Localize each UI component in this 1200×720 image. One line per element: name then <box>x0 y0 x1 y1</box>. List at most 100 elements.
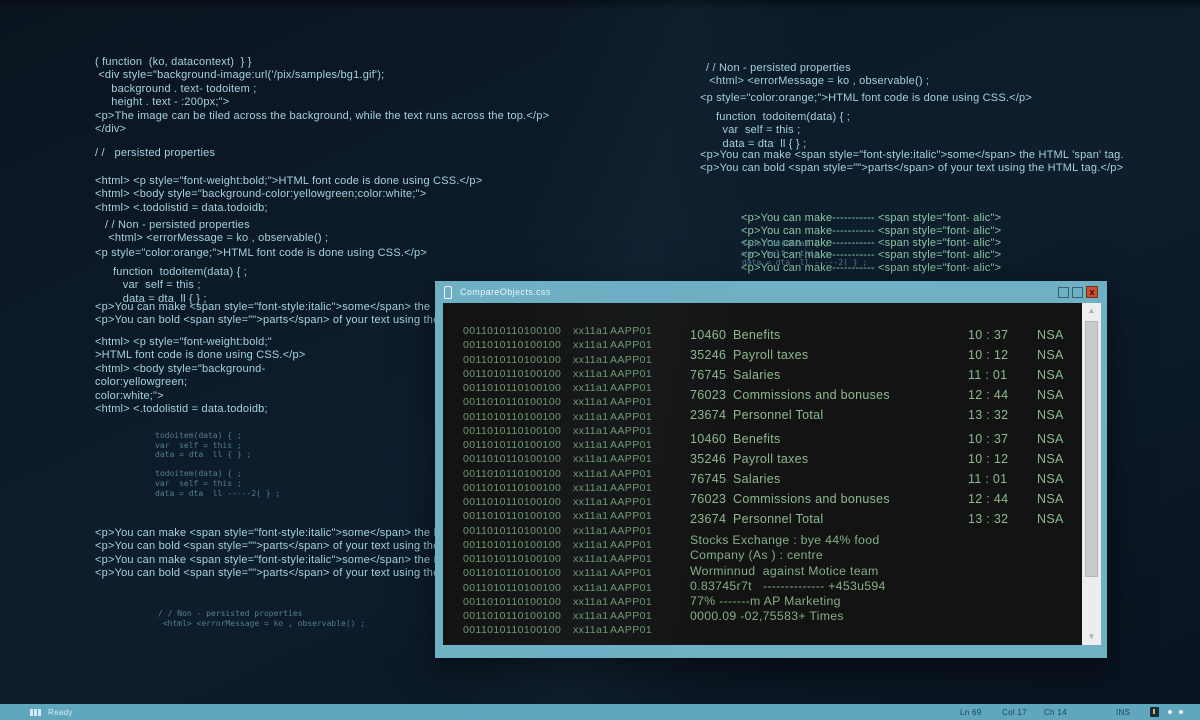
binary-row: 0011010110100100 xx11a1 AAPP01 <box>463 410 652 424</box>
binary-row: 0011010110100100 xx11a1 AAPP01 <box>463 381 652 395</box>
hex-value: xx11a1 <box>573 381 610 395</box>
binary-row: 0011010110100100 xx11a1 AAPP01 <box>463 538 652 552</box>
hex-value: xx11a1 <box>573 438 610 452</box>
status-line-number: Ln 69 <box>960 708 982 717</box>
code-block-persisted-comment: / / persisted properties <box>95 147 215 160</box>
binary-row: 0011010110100100 xx11a1 AAPP01 <box>463 595 652 609</box>
maximize-button[interactable] <box>1072 287 1083 298</box>
table-row: 76745 Salaries 11 : 01 NSA <box>690 365 1080 385</box>
hex-value: xx11a1 <box>573 452 610 466</box>
window-titlebar[interactable]: CompareObjects.css x <box>435 281 1107 303</box>
window-content: 0011010110100100 xx11a1 AAPP01 001101011… <box>443 303 1101 645</box>
scrollbar[interactable]: ▲ ▼ <box>1082 303 1101 645</box>
code-value: AAPP01 <box>610 467 652 481</box>
grid-icon <box>30 709 41 716</box>
hex-value: xx11a1 <box>573 395 610 409</box>
scroll-down-icon[interactable]: ▼ <box>1082 629 1101 645</box>
status-ready: Ready <box>48 708 73 717</box>
hex-value: xx11a1 <box>573 509 610 523</box>
amount-cell: 23674 <box>690 405 726 425</box>
compare-objects-window: CompareObjects.css x 0011010110100100 xx… <box>435 281 1107 658</box>
tag-cell: NSA <box>1037 509 1064 529</box>
label-cell: Payroll taxes <box>733 345 808 365</box>
binary-row: 0011010110100100 xx11a1 AAPP01 <box>463 495 652 509</box>
label-cell: Personnel Total <box>733 509 823 529</box>
binary-row: 0011010110100100 xx11a1 AAPP01 <box>463 581 652 595</box>
code-block-mono-non-persisted: / / Non - persisted properties <html> <e… <box>158 609 365 628</box>
tag-cell: NSA <box>1037 489 1064 509</box>
code-block-right-todoitem-fn: function todoitem(data) { ; var self = t… <box>716 111 850 151</box>
code-block-right-mono-todoitem: todoitem(data) { ; var self = this ; dat… <box>742 239 867 268</box>
amount-cell: 76023 <box>690 385 726 405</box>
binary-value: 0011010110100100 <box>463 324 573 338</box>
tag-cell: NSA <box>1037 429 1064 449</box>
code-value: AAPP01 <box>610 452 652 466</box>
binary-value: 0011010110100100 <box>463 467 573 481</box>
hex-value: xx11a1 <box>573 481 610 495</box>
cursor-mode-icon <box>1150 707 1159 717</box>
code-value: AAPP01 <box>610 395 652 409</box>
binary-column: 0011010110100100 xx11a1 AAPP01 001101011… <box>463 324 652 638</box>
code-block-mono-todoitem: todoitem(data) { ; var self = this ; dat… <box>155 431 280 498</box>
binary-value: 0011010110100100 <box>463 566 573 580</box>
label-cell: Commissions and bonuses <box>733 385 890 405</box>
code-value: AAPP01 <box>610 524 652 538</box>
tag-cell: NSA <box>1037 449 1064 469</box>
hex-value: xx11a1 <box>573 524 610 538</box>
binary-row: 0011010110100100 xx11a1 AAPP01 <box>463 566 652 580</box>
code-block-non-persisted: / / Non - persisted properties <html> <e… <box>105 219 328 246</box>
code-value: AAPP01 <box>610 495 652 509</box>
scrollbar-thumb[interactable] <box>1085 321 1098 577</box>
scroll-up-icon[interactable]: ▲ <box>1082 303 1101 319</box>
code-value: AAPP01 <box>610 338 652 352</box>
code-value: AAPP01 <box>610 381 652 395</box>
binary-value: 0011010110100100 <box>463 438 573 452</box>
time-cell: 10 : 12 <box>968 449 1008 469</box>
code-value: AAPP01 <box>610 552 652 566</box>
hex-value: xx11a1 <box>573 495 610 509</box>
table-row: 76745 Salaries 11 : 01 NSA <box>690 469 1080 489</box>
status-insert-mode: INS <box>1116 708 1130 717</box>
table-row: 10460 Benefits 10 : 37 NSA <box>690 429 1080 449</box>
time-cell: 10 : 37 <box>968 325 1008 345</box>
binary-value: 0011010110100100 <box>463 524 573 538</box>
binary-value: 0011010110100100 <box>463 552 573 566</box>
green-code-line: <p>You can make----------- <span style="… <box>741 212 1001 224</box>
code-value: AAPP01 <box>610 538 652 552</box>
close-button[interactable]: x <box>1086 286 1098 298</box>
binary-value: 0011010110100100 <box>463 353 573 367</box>
label-cell: Commissions and bonuses <box>733 489 890 509</box>
code-block-right-span-tags: <p>You can make <span style="font-style:… <box>700 149 1124 176</box>
time-cell: 13 : 32 <box>968 509 1008 529</box>
binary-value: 0011010110100100 <box>463 538 573 552</box>
amount-cell: 76745 <box>690 365 726 385</box>
code-value: AAPP01 <box>610 595 652 609</box>
status-dot-icon <box>1168 710 1172 714</box>
binary-value: 0011010110100100 <box>463 609 573 623</box>
status-bar: Ready Ln 69 Col 17 Ch 14 INS <box>0 704 1200 720</box>
table-row: 23674 Personnel Total 13 : 32 NSA <box>690 405 1080 425</box>
hex-value: xx11a1 <box>573 552 610 566</box>
time-cell: 12 : 44 <box>968 489 1008 509</box>
stocks-text-block: Stocks Exchange : bye 44% food Company (… <box>690 533 886 625</box>
code-value: AAPP01 <box>610 410 652 424</box>
time-cell: 11 : 01 <box>968 469 1007 489</box>
binary-row: 0011010110100100 xx11a1 AAPP01 <box>463 452 652 466</box>
binary-value: 0011010110100100 <box>463 581 573 595</box>
document-icon <box>444 286 452 299</box>
hex-value: xx11a1 <box>573 338 610 352</box>
time-cell: 13 : 32 <box>968 405 1008 425</box>
tag-cell: NSA <box>1037 325 1064 345</box>
code-value: AAPP01 <box>610 424 652 438</box>
time-cell: 11 : 01 <box>968 365 1007 385</box>
binary-value: 0011010110100100 <box>463 509 573 523</box>
code-block-right-non-persisted: / / Non - persisted properties <html> <e… <box>706 62 929 89</box>
amount-cell: 76745 <box>690 469 726 489</box>
code-block-color-orange: <p style="color:orange;">HTML font code … <box>95 247 427 260</box>
binary-row: 0011010110100100 xx11a1 AAPP01 <box>463 338 652 352</box>
code-value: AAPP01 <box>610 481 652 495</box>
status-char-number: Ch 14 <box>1044 708 1067 717</box>
desktop: ( function (ko, datacontext) } } <div st… <box>0 0 1200 720</box>
hex-value: xx11a1 <box>573 467 610 481</box>
minimize-button[interactable] <box>1058 287 1069 298</box>
